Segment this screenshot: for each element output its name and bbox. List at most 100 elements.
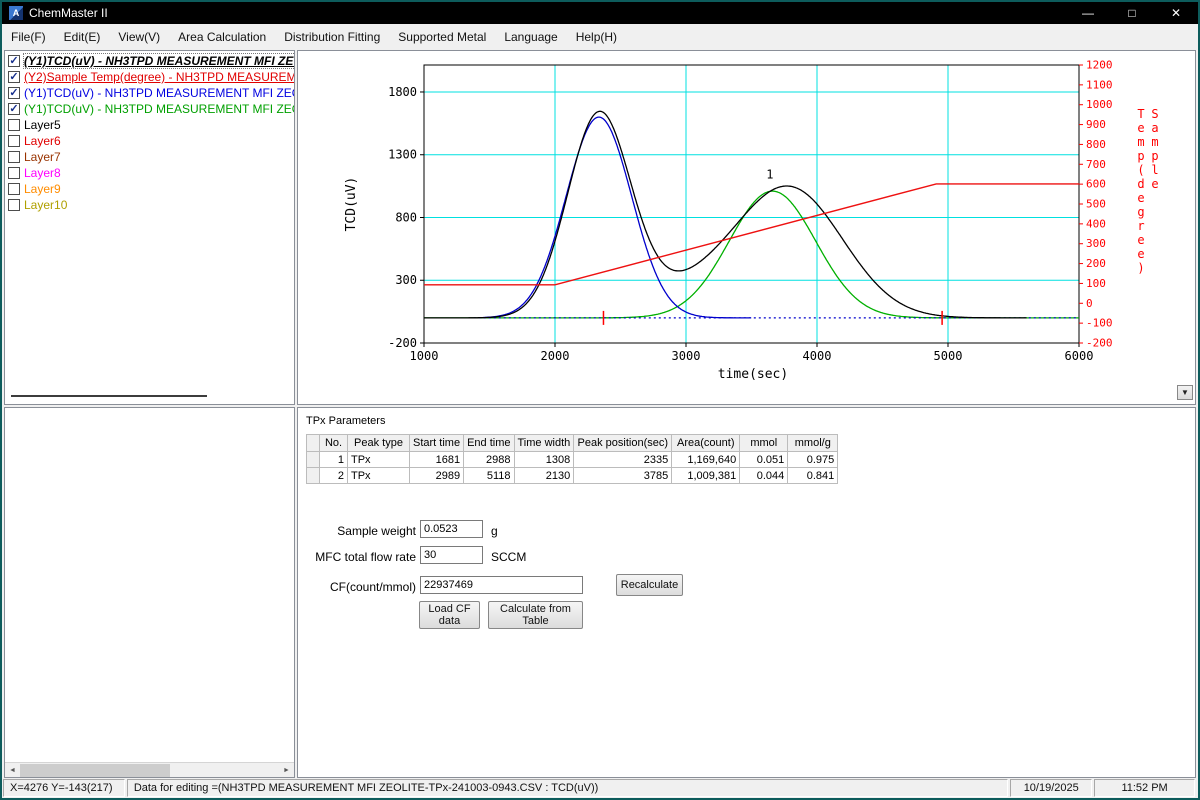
minimize-button[interactable]: — xyxy=(1066,2,1110,24)
layer-label: Layer9 xyxy=(24,182,61,196)
column-header[interactable]: Peak type xyxy=(348,435,410,452)
y-right-tick-label: 700 xyxy=(1086,158,1106,171)
table-cell: 0.841 xyxy=(788,468,838,484)
layer-list-scrollbar[interactable] xyxy=(11,395,207,397)
sample-weight-label: Sample weight xyxy=(298,524,416,538)
checkbox-unchecked-icon[interactable] xyxy=(8,135,20,147)
column-header[interactable]: Start time xyxy=(410,435,464,452)
table-cell: TPx xyxy=(348,468,410,484)
status-time: 11:52 PM xyxy=(1094,779,1195,797)
sample-weight-input[interactable] xyxy=(420,520,483,538)
checkbox-unchecked-icon[interactable] xyxy=(8,183,20,195)
checkbox-unchecked-icon[interactable] xyxy=(8,199,20,211)
column-header[interactable]: End time xyxy=(464,435,514,452)
table-row[interactable]: 2TPx29895118213037851,009,3810.0440.841 xyxy=(307,468,838,484)
y-axis-right-title: Sample Temp(degree) xyxy=(1134,107,1162,362)
y-axis-left-title: TCD(uV) xyxy=(344,164,358,244)
layer-label: (Y2)Sample Temp(degree) - NH3TPD MEASURE… xyxy=(24,70,294,84)
table-cell: 2989 xyxy=(410,468,464,484)
scroll-right-icon[interactable]: ► xyxy=(279,763,294,778)
menu-edit[interactable]: Edit(E) xyxy=(55,26,110,48)
y-right-tick-label: -200 xyxy=(1086,337,1113,350)
scroll-left-icon[interactable]: ◄ xyxy=(5,763,20,778)
y-right-tick-label: 600 xyxy=(1086,178,1106,191)
checkbox-unchecked-icon[interactable] xyxy=(8,151,20,163)
layer-item-2[interactable]: ✓ (Y2)Sample Temp(degree) - NH3TPD MEASUR… xyxy=(5,69,294,85)
horizontal-scrollbar[interactable]: ◄ ► xyxy=(5,762,294,777)
table-cell: 1,009,381 xyxy=(672,468,740,484)
y-left-tick-label: 1300 xyxy=(388,148,417,162)
layer-item-8[interactable]: Layer8 xyxy=(5,165,294,181)
tpd-chart: 10002000300040005000600018001300800300-2… xyxy=(298,51,1195,404)
layer-item-10[interactable]: Layer10 xyxy=(5,197,294,213)
status-date: 10/19/2025 xyxy=(1010,779,1092,797)
status-bar: X=4276 Y=-143(217) Data for editing =(NH… xyxy=(2,778,1198,798)
layer-list-panel: ✓(Y1)TCD(uV) - NH3TPD MEASUREMENT MFI ZE… xyxy=(4,50,295,405)
x-tick-label: 1000 xyxy=(410,349,439,363)
menu-help[interactable]: Help(H) xyxy=(567,26,626,48)
close-button[interactable]: ✕ xyxy=(1154,2,1198,24)
checkbox-unchecked-icon[interactable] xyxy=(8,167,20,179)
y-left-tick-label: 300 xyxy=(395,273,417,287)
tpx-table[interactable]: No.Peak typeStart timeEnd timeTime width… xyxy=(306,434,838,484)
table-row[interactable]: 1TPx16812988130823351,169,6400.0510.975 xyxy=(307,452,838,468)
layer-item-5[interactable]: Layer5 xyxy=(5,117,294,133)
column-header[interactable]: Time width xyxy=(514,435,574,452)
checkbox-checked-icon[interactable]: ✓ xyxy=(8,103,20,115)
layer-item-9[interactable]: Layer9 xyxy=(5,181,294,197)
y-right-tick-label: 500 xyxy=(1086,198,1106,211)
column-header[interactable]: Peak position(sec) xyxy=(574,435,672,452)
y-right-tick-label: 400 xyxy=(1086,217,1106,230)
chart-panel: 10002000300040005000600018001300800300-2… xyxy=(297,50,1196,405)
status-data-info: Data for editing =(NH3TPD MEASUREMENT MF… xyxy=(127,779,1008,797)
column-header[interactable]: No. xyxy=(320,435,348,452)
maximize-button[interactable]: □ xyxy=(1110,2,1154,24)
menu-area-calculation[interactable]: Area Calculation xyxy=(169,26,275,48)
table-cell: 3785 xyxy=(574,468,672,484)
layer-label: Layer8 xyxy=(24,166,61,180)
load-cf-data-button[interactable]: Load CF data xyxy=(419,601,480,629)
checkbox-unchecked-icon[interactable] xyxy=(8,119,20,131)
table-cell: 1308 xyxy=(514,452,574,468)
layer-item-3[interactable]: ✓(Y1)TCD(uV) - NH3TPD MEASUREMENT MFI ZE… xyxy=(5,85,294,101)
cf-input[interactable] xyxy=(420,576,583,594)
y-right-tick-label: 200 xyxy=(1086,257,1106,270)
y-right-tick-label: 1200 xyxy=(1086,59,1113,72)
row-header xyxy=(307,435,320,452)
menu-view[interactable]: View(V) xyxy=(109,26,169,48)
layer-item-1[interactable]: ✓(Y1)TCD(uV) - NH3TPD MEASUREMENT MFI ZE… xyxy=(5,53,294,69)
recalculate-button[interactable]: Recalculate xyxy=(616,574,683,596)
table-cell: 5118 xyxy=(464,468,514,484)
menu-supported-metal[interactable]: Supported Metal xyxy=(389,26,495,48)
calculate-from-table-button[interactable]: Calculate from Table xyxy=(488,601,583,629)
table-cell: 1,169,640 xyxy=(672,452,740,468)
table-cell: 2130 xyxy=(514,468,574,484)
menu-bar: File(F) Edit(E) View(V) Area Calculation… xyxy=(2,24,1198,50)
column-header[interactable]: Area(count) xyxy=(672,435,740,452)
menu-distribution-fitting[interactable]: Distribution Fitting xyxy=(275,26,389,48)
mfc-flow-rate-unit: SCCM xyxy=(491,550,526,564)
chart-dropdown-button[interactable]: ▼ xyxy=(1177,385,1193,400)
menu-file[interactable]: File(F) xyxy=(2,26,55,48)
layer-label: Layer7 xyxy=(24,150,61,164)
x-tick-label: 6000 xyxy=(1065,349,1094,363)
plot-frame xyxy=(424,65,1079,343)
layer-item-7[interactable]: Layer7 xyxy=(5,149,294,165)
column-header[interactable]: mmol xyxy=(740,435,788,452)
y-right-tick-label: 100 xyxy=(1086,277,1106,290)
tpx-parameters-panel: TPx Parameters No.Peak typeStart timeEnd… xyxy=(297,407,1196,778)
layer-item-6[interactable]: Layer6 xyxy=(5,133,294,149)
checkbox-checked-icon[interactable]: ✓ xyxy=(8,71,20,83)
layer-label: Layer5 xyxy=(24,118,61,132)
table-cell: 0.044 xyxy=(740,468,788,484)
layer-item-4[interactable]: ✓(Y1)TCD(uV) - NH3TPD MEASUREMENT MFI ZE… xyxy=(5,101,294,117)
checkbox-checked-icon[interactable]: ✓ xyxy=(8,55,20,67)
column-header[interactable]: mmol/g xyxy=(788,435,838,452)
y-right-tick-label: -100 xyxy=(1086,317,1113,330)
y-left-tick-label: 800 xyxy=(395,210,417,224)
scrollbar-thumb[interactable] xyxy=(20,764,170,777)
checkbox-checked-icon[interactable]: ✓ xyxy=(8,87,20,99)
y-left-tick-label: -200 xyxy=(388,336,417,350)
mfc-flow-rate-input[interactable] xyxy=(420,546,483,564)
menu-language[interactable]: Language xyxy=(495,26,566,48)
